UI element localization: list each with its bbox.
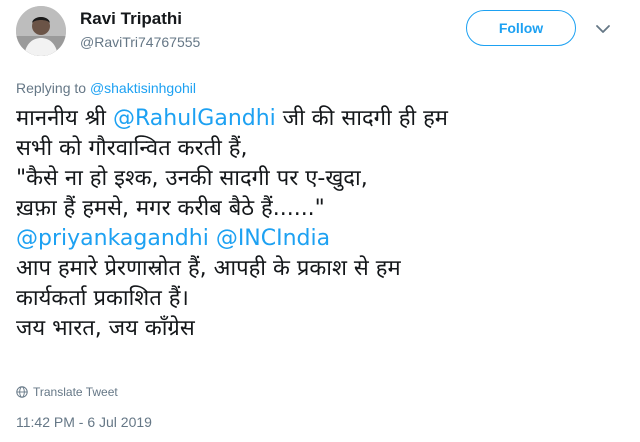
tweet-text: माननीय श्री @RahulGandhi जी की सादगी ही …	[16, 104, 626, 344]
avatar[interactable]	[16, 6, 66, 56]
tweet-line: जय भारत, जय कॉंग्रेस	[16, 316, 195, 341]
translate-tweet-link[interactable]: Translate Tweet	[16, 385, 118, 399]
timestamp[interactable]: 11:42 PM - 6 Jul 2019	[16, 414, 152, 430]
tweet-line: ख़फ़ा हैं हमसे, मगर करीब बैठे हैं......"	[16, 196, 325, 221]
mention-link[interactable]: @RahulGandhi	[113, 106, 276, 131]
mention-link[interactable]: @INCIndia	[216, 226, 330, 251]
translate-label[interactable]: Translate Tweet	[33, 385, 118, 399]
replying-mention[interactable]: @shaktisinhgohil	[90, 80, 196, 96]
replying-prefix: Replying to	[16, 80, 87, 96]
tweet-line: सभी को गौरवान्वित करती हैं,	[16, 136, 248, 161]
user-name[interactable]: Ravi Tripathi	[80, 9, 182, 29]
globe-icon	[16, 386, 28, 398]
replying-to: Replying to @shaktisinhgohil	[16, 80, 196, 96]
tweet-text-segment	[209, 226, 216, 251]
tweet-line: @priyankagandhi @INCIndia	[16, 224, 626, 254]
tweet-line: आप हमारे प्रेरणास्रोत हैं, आपही के प्रका…	[16, 256, 401, 281]
mention-link[interactable]: @priyankagandhi	[16, 226, 209, 251]
follow-button[interactable]: Follow	[466, 10, 576, 46]
tweet-line: "कैसे ना हो इश्क, उनकी सादगी पर ए-खुदा,	[16, 166, 368, 191]
tweet-line: माननीय श्री @RahulGandhi जी की सादगी ही …	[16, 104, 626, 134]
chevron-down-icon[interactable]	[594, 20, 612, 38]
user-handle[interactable]: @RaviTri74767555	[80, 34, 200, 50]
avatar-image	[16, 6, 66, 56]
tweet-text-segment: जी की सादगी ही हम	[275, 106, 448, 131]
tweet-text-segment: माननीय श्री	[16, 106, 113, 131]
tweet-line: कार्यकर्ता प्रकाशित हैं।	[16, 286, 189, 311]
